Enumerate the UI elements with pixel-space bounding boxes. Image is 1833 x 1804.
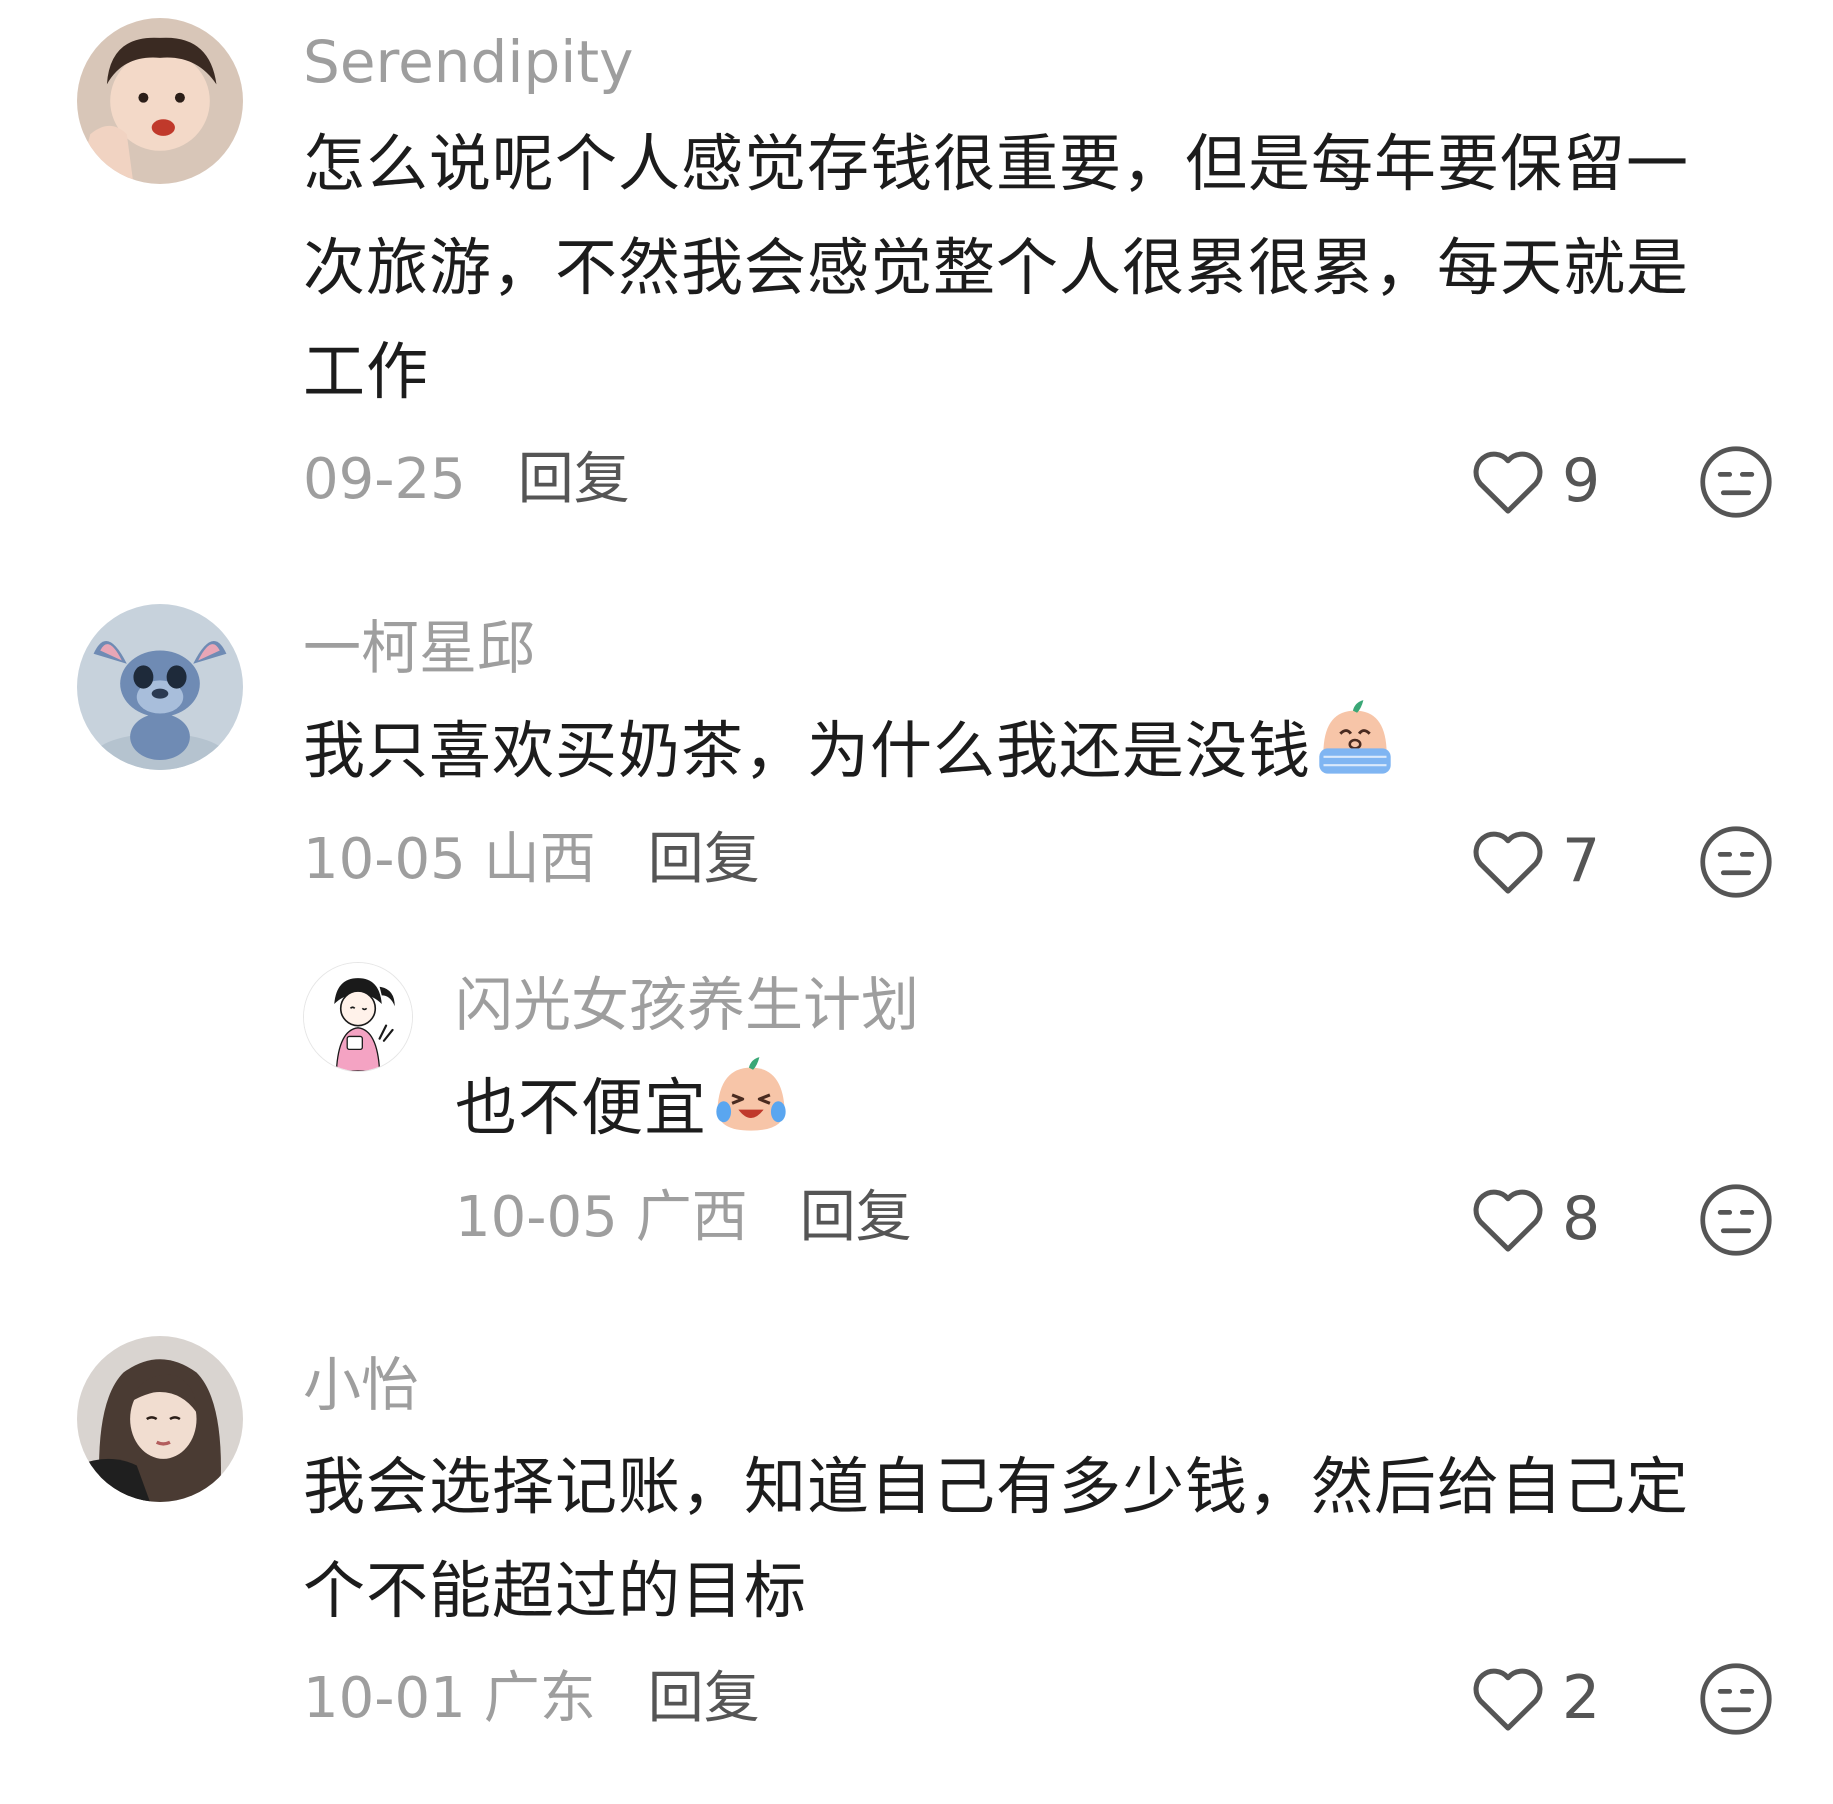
meh-face-icon — [1700, 1184, 1772, 1256]
avatar[interactable] — [77, 1336, 243, 1502]
comment-text: 我会选择记账，知道自己有多少钱，然后给自己定个不能超过的目标 — [303, 1435, 1743, 1643]
like-count: 2 — [1562, 1663, 1601, 1733]
username[interactable]: 一柯星邱 — [303, 619, 535, 677]
comment-region: 山西 — [483, 827, 596, 892]
comment-meta: 09-25 回复 — [303, 452, 630, 508]
avatar[interactable] — [303, 962, 413, 1072]
comment-text: 也不便宜 — [455, 1055, 1745, 1160]
comment-text-content: 也不便宜 — [455, 1071, 708, 1144]
avatar-image — [304, 963, 412, 1071]
comment-meta: 10-05 山西 回复 — [303, 832, 760, 888]
comment-meta: 10-01 广东 回复 — [303, 1671, 760, 1727]
username[interactable]: 闪光女孩养生计划 — [455, 976, 919, 1034]
reply-button[interactable]: 回复 — [518, 447, 630, 512]
reply-button[interactable]: 回复 — [648, 1666, 760, 1731]
comment-region: 广西 — [635, 1185, 748, 1250]
like-count: 7 — [1562, 826, 1601, 896]
heart-outline-icon — [1473, 831, 1543, 894]
like-button[interactable]: 2 — [1470, 1663, 1600, 1733]
comment-text-content: 怎么说呢个人感觉存钱很重要，但是每年要保留一次旅游，不然我会感觉整个人很累很累，… — [303, 127, 1690, 408]
comment-date: 10-05 — [303, 827, 466, 892]
username[interactable]: 小怡 — [303, 1356, 419, 1414]
heart-outline-icon — [1473, 1189, 1543, 1252]
dislike-button[interactable] — [1698, 1661, 1774, 1737]
like-button[interactable]: 8 — [1470, 1184, 1600, 1254]
comment-date: 10-01 — [303, 1666, 466, 1731]
heart-outline-icon — [1473, 1668, 1543, 1731]
comment-text: 怎么说呢个人感觉存钱很重要，但是每年要保留一次旅游，不然我会感觉整个人很累很累，… — [303, 112, 1743, 424]
avatar-image — [77, 1336, 243, 1502]
comment-text-content: 我会选择记账，知道自己有多少钱，然后给自己定个不能超过的目标 — [303, 1450, 1690, 1627]
username[interactable]: Serendipity — [303, 33, 633, 91]
crying-face-emoji — [1313, 698, 1397, 782]
comment-meta: 10-05 广西 回复 — [455, 1190, 912, 1246]
avatar[interactable] — [77, 604, 243, 770]
reply-button[interactable]: 回复 — [648, 827, 760, 892]
laughing-tears-emoji — [709, 1055, 793, 1139]
heart-outline-icon — [1473, 451, 1543, 514]
like-count: 9 — [1562, 446, 1601, 516]
reply-button[interactable]: 回复 — [800, 1185, 912, 1250]
avatar-image — [77, 604, 243, 770]
meh-face-icon — [1700, 446, 1772, 518]
dislike-button[interactable] — [1698, 1182, 1774, 1258]
comment-text: 我只喜欢买奶茶，为什么我还是没钱 — [303, 698, 1743, 803]
avatar-image — [77, 18, 243, 184]
like-button[interactable]: 7 — [1470, 826, 1600, 896]
dislike-button[interactable] — [1698, 824, 1774, 900]
comment-date: 09-25 — [303, 447, 466, 512]
meh-face-icon — [1700, 826, 1772, 898]
like-count: 8 — [1562, 1184, 1601, 1254]
dislike-button[interactable] — [1698, 444, 1774, 520]
comment-region: 广东 — [483, 1666, 596, 1731]
meh-face-icon — [1700, 1663, 1772, 1735]
comment-text-content: 我只喜欢买奶茶，为什么我还是没钱 — [303, 714, 1312, 787]
like-button[interactable]: 9 — [1470, 446, 1600, 516]
avatar[interactable] — [77, 18, 243, 184]
comment-date: 10-05 — [455, 1185, 618, 1250]
